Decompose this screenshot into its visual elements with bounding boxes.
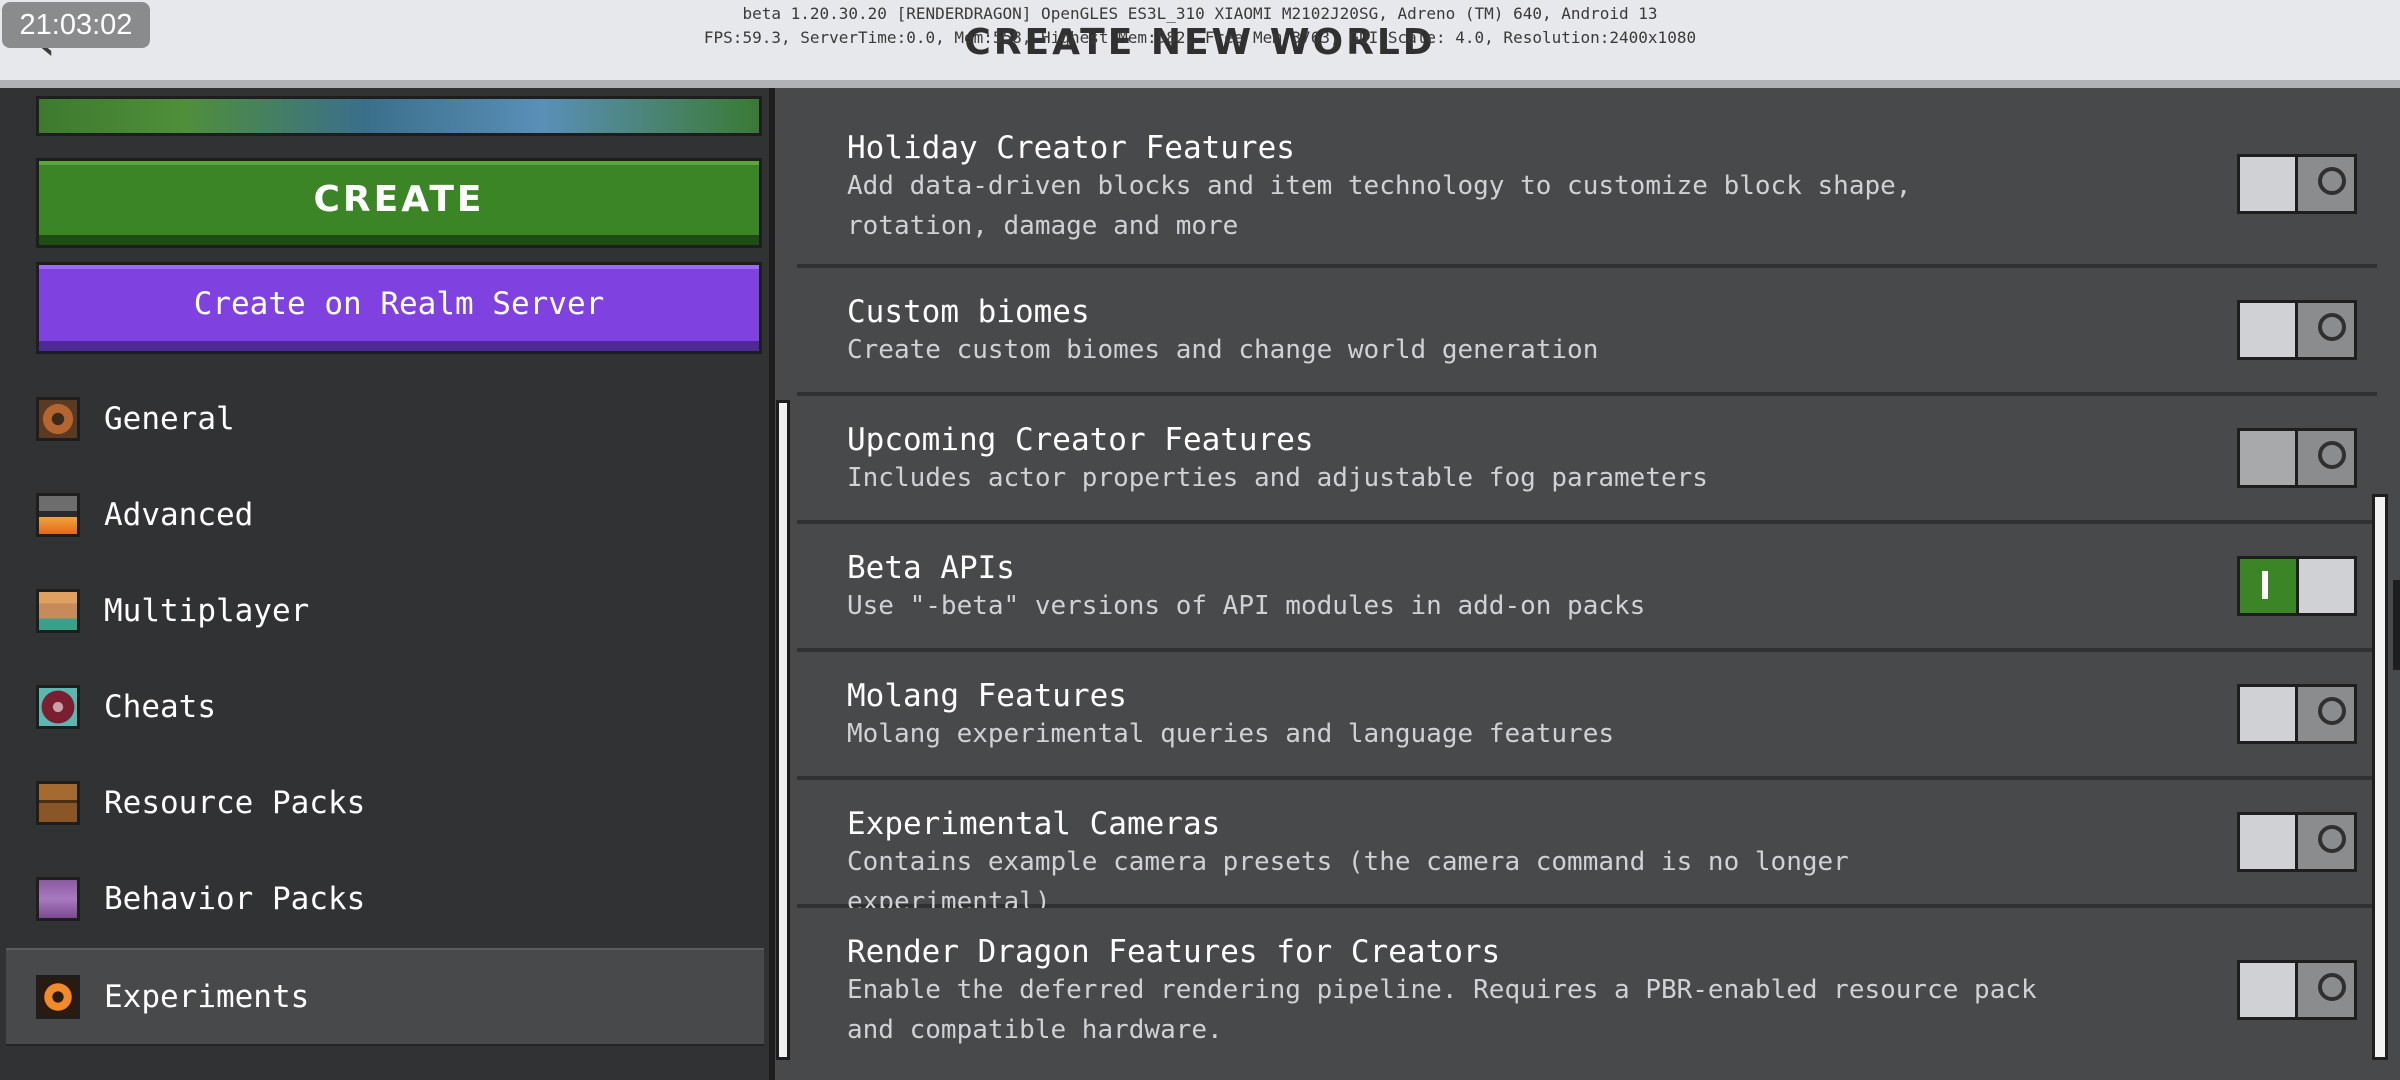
sidebar-item-label: Behavior Packs (104, 881, 366, 917)
sidebar-item-label: General (104, 401, 235, 437)
create-on-realm-button[interactable]: Create on Realm Server (36, 262, 762, 354)
toggle-experimental-cameras[interactable] (2237, 812, 2357, 872)
debug-overlay: beta 1.20.30.20 [RENDERDRAGON] OpenGLES … (600, 2, 1800, 50)
sidebar-item-label: Multiplayer (104, 593, 310, 629)
experiment-description: Add data-driven blocks and item technolo… (847, 171, 1912, 241)
sidebar-item-multiplayer[interactable]: Multiplayer (6, 564, 764, 658)
toggle-on-icon (2262, 571, 2268, 599)
experiment-description: Enable the deferred rendering pipeline. … (847, 975, 2037, 1045)
debug-line: FPS:59.3, ServerTime:0.0, Mem:558, Highe… (703, 28, 1697, 47)
toggle-knob (2296, 559, 2354, 613)
toggle-off-icon (2318, 441, 2346, 469)
experiment-description: Use "-beta" versions of API modules in a… (847, 591, 1646, 621)
world-preview-image (36, 96, 762, 136)
sidebar-item-general[interactable]: General (6, 372, 764, 466)
chest-icon (36, 781, 80, 825)
experiments-scrollbar[interactable] (2372, 494, 2388, 1060)
toggle-render-dragon-features[interactable] (2237, 960, 2357, 1020)
furnace-icon (36, 493, 80, 537)
sidebar-item-advanced[interactable]: Advanced (6, 468, 764, 562)
command-block-icon (36, 685, 80, 729)
toggle-beta-apis[interactable] (2237, 556, 2357, 616)
experiment-title: Upcoming Creator Features (847, 422, 1314, 458)
experiment-row-holiday-creator-features: Holiday Creator Features Add data-driven… (797, 96, 2377, 268)
player-head-icon (36, 589, 80, 633)
experiments-icon (36, 975, 80, 1019)
experiment-description: Create custom biomes and change world ge… (847, 335, 1599, 365)
toggle-off-icon (2318, 167, 2346, 195)
sidebar-scrollbar[interactable] (776, 400, 790, 1060)
sidebar-item-label: Cheats (104, 689, 216, 725)
sidebar-item-resource-packs[interactable]: Resource Packs (6, 756, 764, 850)
sidebar-item-label: Resource Packs (104, 785, 366, 821)
toggle-off-icon (2318, 697, 2346, 725)
experiment-row-upcoming-creator-features: Upcoming Creator Features Includes actor… (797, 396, 2377, 524)
edge-handle (2393, 580, 2400, 670)
experiment-description: Molang experimental queries and language… (847, 719, 1615, 749)
debug-line: beta 1.20.30.20 [RENDERDRAGON] OpenGLES … (742, 4, 1658, 23)
toggle-custom-biomes[interactable] (2237, 300, 2357, 360)
experiment-row-beta-apis: Beta APIs Use "-beta" versions of API mo… (797, 524, 2377, 652)
experiment-title: Render Dragon Features for Creators (847, 934, 1501, 970)
toggle-knob (2240, 687, 2298, 741)
experiment-row-molang-features: Molang Features Molang experimental quer… (797, 652, 2377, 780)
toggle-off-icon (2318, 973, 2346, 1001)
toggle-holiday-creator-features[interactable] (2237, 154, 2357, 214)
toggle-knob (2240, 431, 2298, 485)
toggle-upcoming-creator-features[interactable] (2237, 428, 2357, 488)
experiment-row-custom-biomes: Custom biomes Create custom biomes and c… (797, 268, 2377, 396)
sidebar-item-behavior-packs[interactable]: Behavior Packs (6, 852, 764, 946)
toggle-knob (2240, 157, 2298, 211)
sidebar: CREATE Create on Realm Server General Ad… (0, 88, 775, 1080)
clock: 21:03:02 (2, 2, 150, 48)
toggle-molang-features[interactable] (2237, 684, 2357, 744)
toggle-knob (2240, 815, 2298, 869)
create-button[interactable]: CREATE (36, 158, 762, 248)
sidebar-item-experiments[interactable]: Experiments (6, 948, 764, 1046)
experiment-title: Custom biomes (847, 294, 1090, 330)
toggle-knob (2240, 303, 2298, 357)
experiment-row-render-dragon-features: Render Dragon Features for Creators Enab… (797, 908, 2377, 1080)
top-bar: ‹ CREATE NEW WORLD beta 1.20.30.20 [REND… (0, 0, 2400, 88)
toggle-knob (2240, 963, 2298, 1017)
experiment-title: Experimental Cameras (847, 806, 1221, 842)
creeper-icon (36, 877, 80, 921)
experiment-description: Includes actor properties and adjustable… (847, 463, 1708, 493)
gear-icon (36, 397, 80, 441)
sidebar-item-cheats[interactable]: Cheats (6, 660, 764, 754)
sidebar-item-label: Experiments (104, 979, 310, 1015)
toggle-off-icon (2318, 313, 2346, 341)
experiment-title: Molang Features (847, 678, 1127, 714)
experiment-title: Beta APIs (847, 550, 1015, 586)
experiment-title: Holiday Creator Features (847, 130, 1295, 166)
toggle-off-icon (2318, 825, 2346, 853)
experiments-list: Holiday Creator Features Add data-driven… (797, 96, 2385, 1080)
sidebar-item-label: Advanced (104, 497, 254, 533)
experiment-row-experimental-cameras: Experimental Cameras Contains example ca… (797, 780, 2377, 917)
